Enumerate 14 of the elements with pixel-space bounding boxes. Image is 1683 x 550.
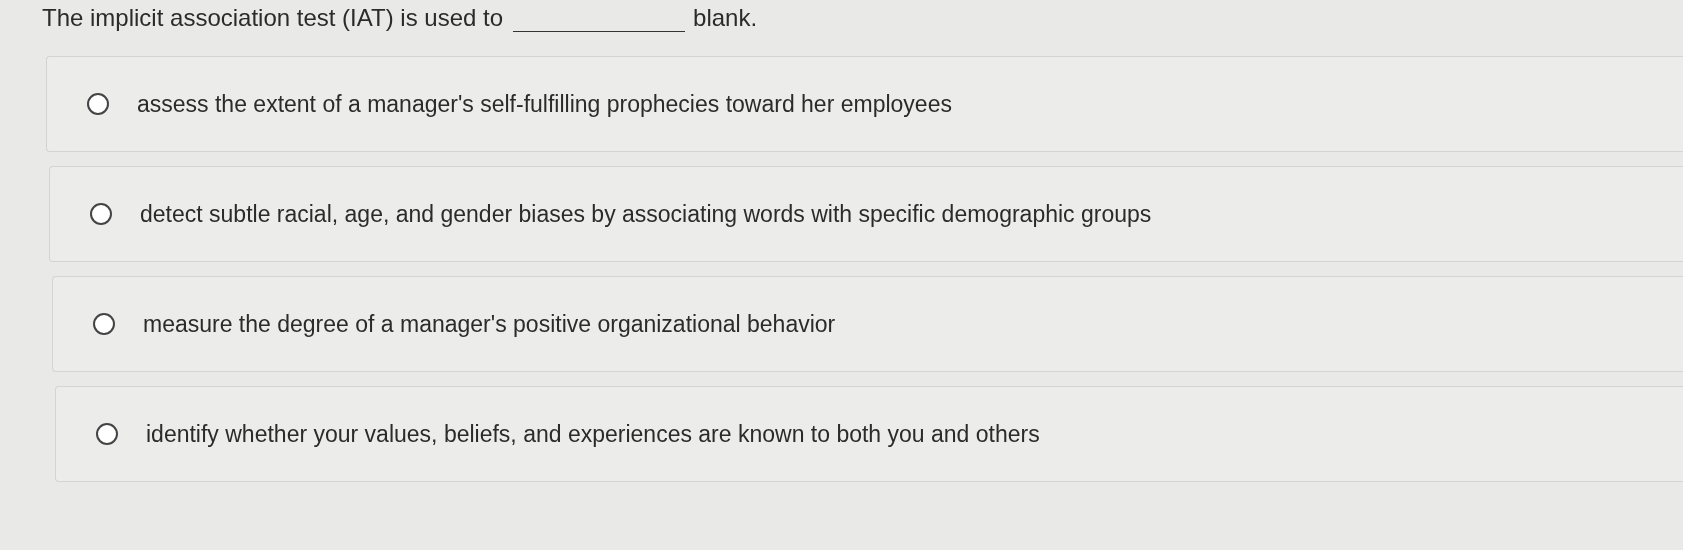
option-text: identify whether your values, beliefs, and experiences are known to both you and others [146, 420, 1040, 448]
option-text: detect subtle racial, age, and gender biases by associating words with specific demographic groups [140, 200, 1152, 228]
answer-option[interactable]: assess the extent of a manager's self-fulfilling prophecies toward her employees [46, 56, 1683, 152]
radio-button[interactable] [87, 93, 109, 115]
radio-button[interactable] [90, 203, 112, 225]
question-text-end: blank. [693, 4, 758, 32]
answer-option[interactable]: identify whether your values, beliefs, and experiences are known to both you and others [55, 386, 1683, 482]
option-text: measure the degree of a manager's positive organizational behavior [143, 310, 836, 338]
answer-option[interactable]: measure the degree of a manager's positive organizational behavior [52, 276, 1683, 372]
option-text: assess the extent of a manager's self-fulfilling prophecies toward her employees [137, 90, 952, 118]
answer-option[interactable]: detect subtle racial, age, and gender biases by associating words with specific demographic groups [49, 166, 1683, 262]
question-text: The implicit association test (IAT) is used to [42, 4, 504, 32]
radio-button[interactable] [96, 423, 118, 445]
radio-button[interactable] [93, 313, 115, 335]
